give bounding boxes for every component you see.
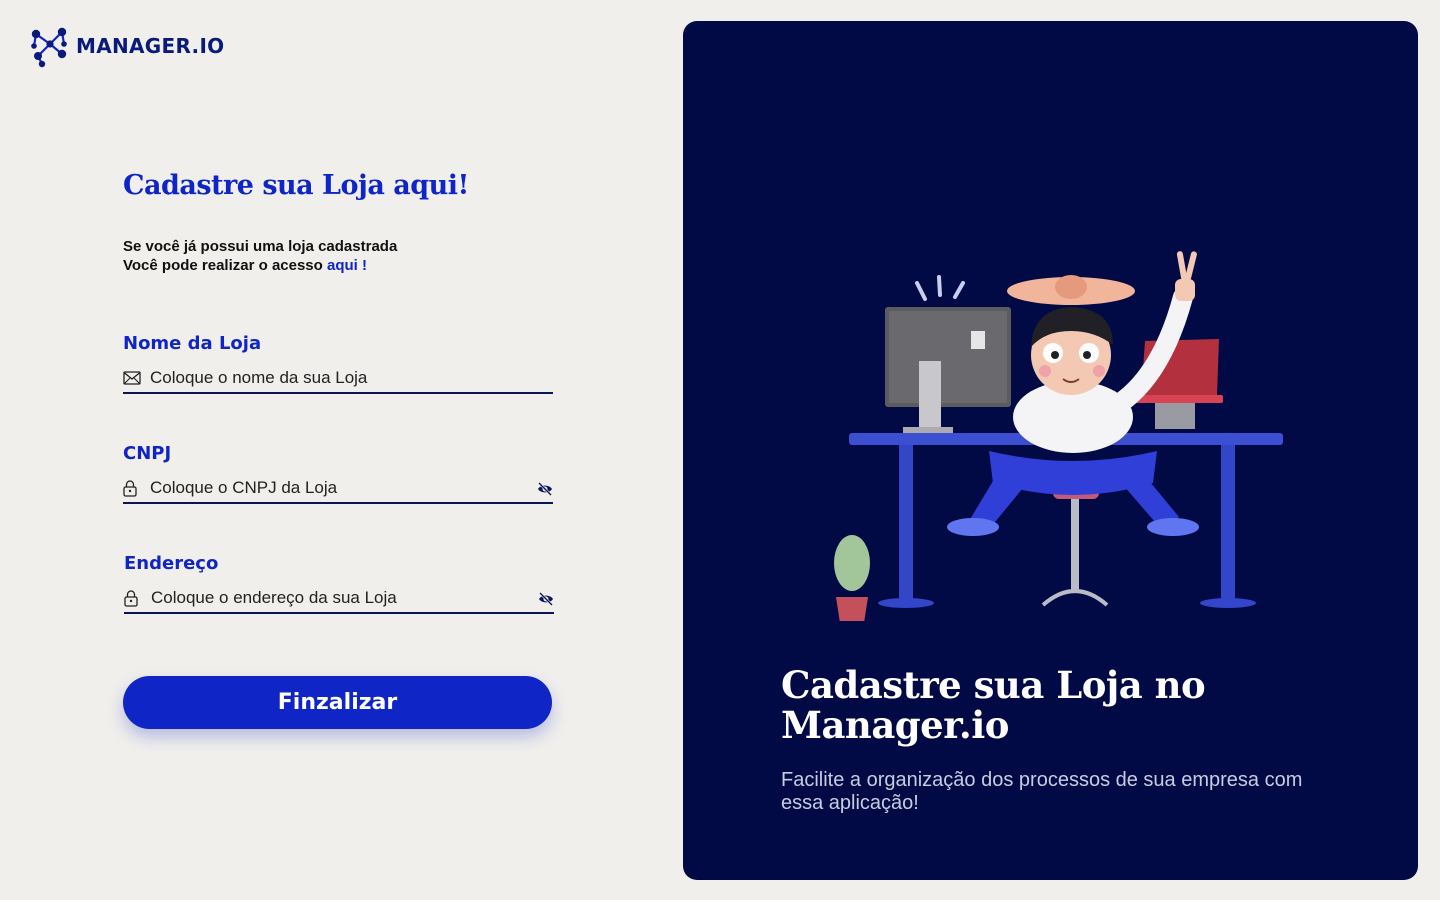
lock-icon (123, 479, 141, 497)
brand-logo[interactable]: MANAGER.IO (28, 24, 225, 68)
eye-off-icon[interactable] (538, 591, 554, 607)
store-name-row (123, 364, 553, 394)
envelope-icon (123, 369, 141, 387)
brand-name: MANAGER.IO (76, 34, 225, 58)
store-name-field: Nome da Loja (123, 333, 553, 394)
store-signup-form: Cadastre sua Loja aqui! Se você já possu… (123, 170, 554, 729)
person-at-desk-illustration (834, 251, 1283, 621)
address-label: Endereço (124, 553, 219, 574)
molecule-logo-icon (31, 27, 67, 68)
cnpj-label: CNPJ (123, 443, 172, 464)
store-name-label: Nome da Loja (123, 333, 262, 354)
cnpj-input[interactable] (150, 478, 520, 498)
panel-title: Cadastre sua Loja no Manager.io (781, 663, 1206, 747)
cnpj-field: CNPJ (123, 443, 553, 504)
login-hint-line1: Se você já possui uma loja cadastrada (123, 238, 398, 255)
promo-panel: Cadastre sua Loja no Manager.io Facilite… (683, 21, 1418, 880)
login-hint: Se você já possui uma loja cadastrada Vo… (123, 237, 553, 275)
login-link[interactable]: aqui ! (327, 257, 367, 274)
cnpj-row (123, 474, 553, 504)
address-input[interactable] (151, 588, 521, 608)
address-field: Endereço (124, 553, 554, 614)
eye-off-icon[interactable] (537, 481, 553, 497)
lock-icon (124, 589, 142, 607)
finish-button[interactable]: Finzalizar (123, 676, 552, 729)
address-row (124, 584, 554, 614)
panel-subtitle: Facilite a organização dos processos de … (781, 769, 1303, 814)
store-name-input[interactable] (150, 368, 520, 388)
page-title: Cadastre sua Loja aqui! (123, 170, 469, 201)
login-hint-line2: Você pode realizar o acesso (123, 257, 327, 274)
